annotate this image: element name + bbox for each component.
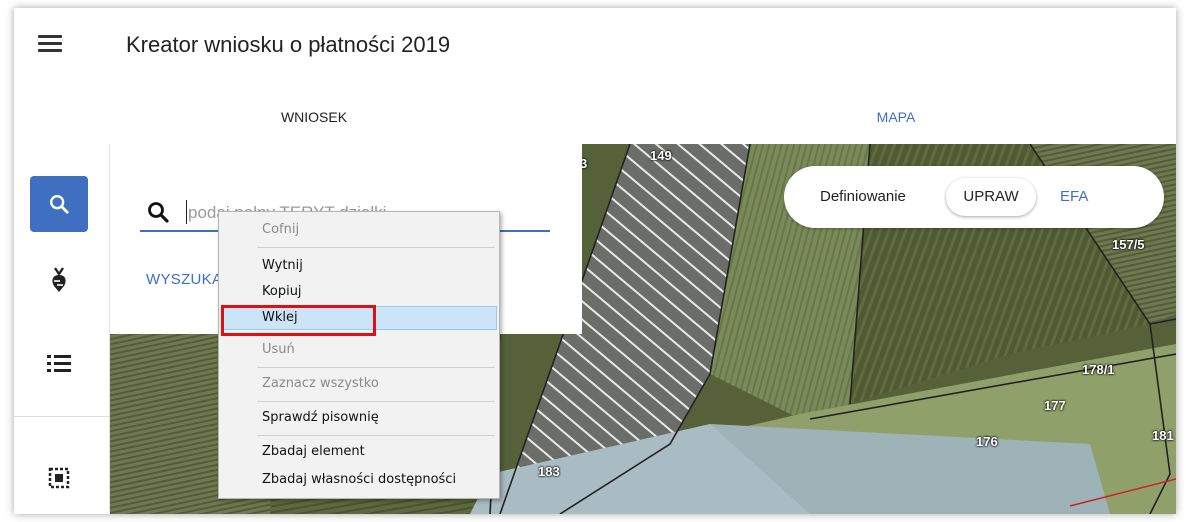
toggle-efa-button[interactable]: EFA	[1060, 188, 1088, 205]
parcel-label: 149	[650, 148, 672, 163]
parcel-label: 176	[976, 434, 998, 449]
menu-separator	[257, 247, 495, 248]
page-title: Kreator wniosku o płatności 2019	[126, 32, 451, 57]
crop-icon	[52, 267, 66, 292]
crops-tool-button[interactable]	[30, 252, 88, 308]
list-tool-button[interactable]	[30, 336, 88, 392]
parcel-label: 157/5	[1112, 237, 1145, 252]
left-toolbar	[14, 144, 110, 514]
top-bar: Kreator wniosku o płatności 2019	[14, 8, 1176, 88]
menu-separator	[257, 401, 495, 402]
app-window: Kreator wniosku o płatności 2019 WNIOSEK…	[14, 8, 1176, 514]
tab-mapa[interactable]: MAPA	[616, 98, 1176, 144]
menu-item-delete[interactable]: Usuń	[221, 338, 497, 362]
toggle-upraw-button[interactable]: UPRAW	[946, 178, 1036, 216]
text-caret	[186, 200, 187, 224]
parcel-label: 178/1	[1082, 362, 1115, 377]
menu-item-inspect[interactable]: Zbadaj element	[221, 440, 497, 464]
tab-bar: WNIOSEK MAPA	[14, 98, 1176, 144]
search-icon	[50, 195, 69, 214]
parcel-label: 181	[1152, 428, 1174, 443]
menu-item-undo[interactable]: Cofnij	[221, 218, 497, 242]
search-tool-button[interactable]	[30, 176, 88, 232]
highlight-box	[221, 305, 376, 336]
search-icon	[148, 202, 169, 223]
toolbar-divider	[14, 416, 110, 417]
menu-item-inspect-accessibility[interactable]: Zbadaj własności dostępności	[221, 468, 497, 492]
definition-toggle: Definiowanie UPRAW EFA	[784, 166, 1164, 228]
menu-item-select-all[interactable]: Zaznacz wszystko	[221, 372, 497, 396]
menu-item-copy[interactable]: Kopiuj	[221, 280, 497, 304]
menu-icon[interactable]	[36, 32, 64, 56]
list-icon	[47, 355, 71, 372]
menu-item-spellcheck[interactable]: Sprawdź pisownię	[221, 406, 497, 430]
select-area-icon	[48, 467, 70, 489]
tab-wniosek[interactable]: WNIOSEK	[14, 98, 614, 144]
parcel-label: 183	[538, 464, 560, 479]
menu-separator	[257, 367, 495, 368]
toggle-label: Definiowanie	[820, 188, 906, 205]
context-menu: Cofnij Wytnij Kopiuj Wklej Usuń Zaznacz …	[218, 211, 500, 499]
select-area-button[interactable]	[30, 450, 88, 506]
menu-item-cut[interactable]: Wytnij	[221, 254, 497, 278]
menu-separator	[257, 435, 495, 436]
parcel-label: 177	[1044, 398, 1066, 413]
